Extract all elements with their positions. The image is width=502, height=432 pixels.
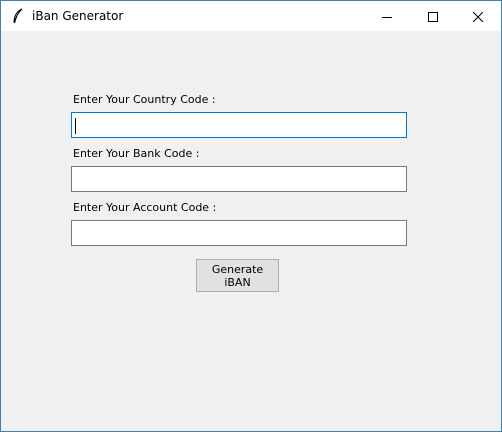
maximize-button[interactable]	[410, 1, 456, 31]
app-window: iBan Generator Enter Your Country Code :…	[0, 0, 502, 432]
generate-iban-button[interactable]: Generate iBAN	[196, 259, 279, 292]
text-caret	[75, 118, 76, 134]
window-title: iBan Generator	[32, 9, 124, 23]
minimize-button[interactable]	[364, 1, 410, 31]
account-code-label: Enter Your Account Code :	[73, 201, 217, 214]
title-bar[interactable]: iBan Generator	[1, 1, 501, 31]
minimize-icon	[382, 7, 392, 26]
account-code-input[interactable]	[71, 220, 407, 246]
country-code-input[interactable]	[71, 112, 407, 138]
form-area: Enter Your Country Code : Enter Your Ban…	[1, 31, 501, 431]
bank-code-input[interactable]	[71, 166, 407, 192]
close-button[interactable]	[455, 1, 501, 31]
close-icon	[472, 7, 484, 26]
feather-icon	[11, 8, 25, 24]
maximize-icon	[428, 7, 438, 26]
bank-code-label: Enter Your Bank Code :	[73, 147, 200, 160]
country-code-label: Enter Your Country Code :	[73, 93, 216, 106]
